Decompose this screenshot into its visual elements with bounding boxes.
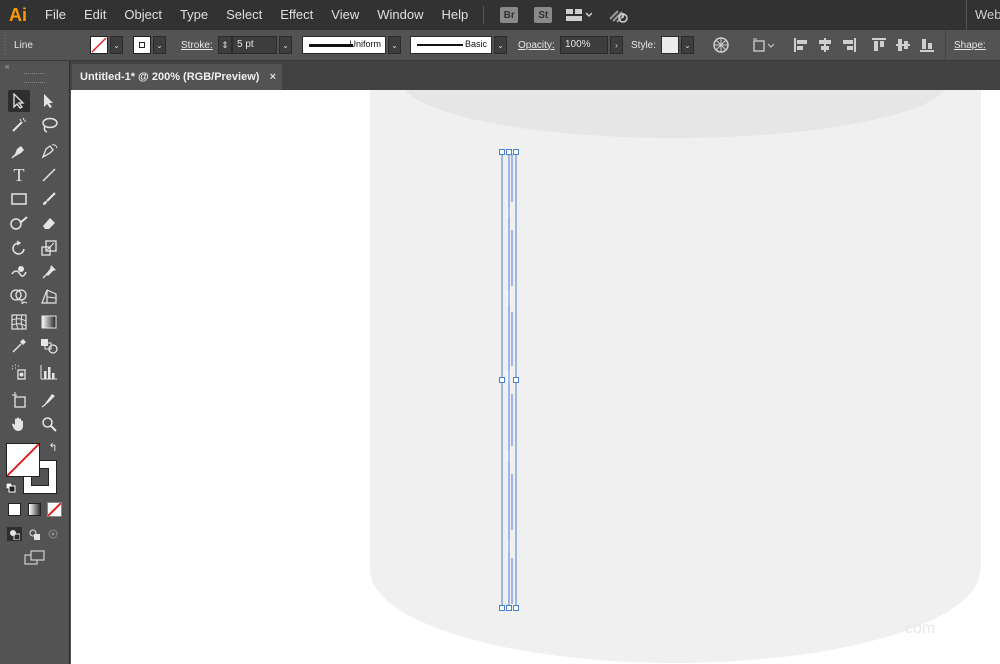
direct-selection-tool-icon[interactable] bbox=[38, 90, 60, 112]
graphic-style-dropdown[interactable]: ⌄ bbox=[681, 36, 694, 54]
align-vertical-center-icon[interactable] bbox=[896, 38, 910, 52]
arrange-documents-icon[interactable] bbox=[566, 8, 593, 22]
hand-tool-icon[interactable] bbox=[8, 413, 30, 435]
artwork bbox=[370, 90, 981, 663]
menu-object[interactable]: Object bbox=[115, 0, 171, 30]
stroke-dropdown[interactable]: ⌄ bbox=[153, 36, 166, 54]
perspective-grid-tool-icon[interactable] bbox=[38, 285, 60, 307]
lasso-tool-icon[interactable] bbox=[38, 114, 60, 136]
cylinder-bottom bbox=[370, 477, 980, 663]
panel-grip bbox=[4, 30, 8, 60]
graphic-style-swatch[interactable] bbox=[661, 36, 679, 54]
profile-label: Uniform bbox=[349, 39, 381, 49]
stroke-swatch[interactable] bbox=[133, 36, 151, 54]
symbol-sprayer-tool-icon[interactable] bbox=[8, 361, 30, 383]
menu-bar: Ai File Edit Object Type Select Effect V… bbox=[0, 0, 1000, 30]
control-bar: Line ⌄ ⌄ Stroke: ⇕ 5 pt ⌄ Uniform ⌄ Basi… bbox=[0, 30, 1000, 61]
variable-width-profile[interactable]: Uniform bbox=[302, 36, 386, 54]
rectangle-tool-icon[interactable] bbox=[8, 188, 30, 210]
line-segment-tool-icon[interactable] bbox=[38, 164, 60, 186]
curvature-tool-icon[interactable] bbox=[38, 140, 60, 162]
stock-button[interactable]: St bbox=[534, 7, 553, 23]
style-label: Style: bbox=[631, 39, 657, 51]
slice-tool-icon[interactable] bbox=[38, 389, 60, 411]
selection-type-label: Line bbox=[14, 39, 33, 51]
draw-behind-icon[interactable] bbox=[27, 527, 42, 541]
opacity-input[interactable]: 100% bbox=[560, 36, 608, 54]
selection-tool-icon[interactable] bbox=[8, 90, 30, 112]
brush-label: Basic bbox=[464, 39, 487, 49]
recolor-artwork-icon[interactable] bbox=[712, 30, 730, 60]
default-fill-stroke-icon[interactable] bbox=[4, 481, 18, 495]
shape-builder-tool-icon[interactable] bbox=[8, 285, 30, 307]
eraser-tool-icon[interactable] bbox=[38, 212, 60, 234]
paintbrush-tool-icon[interactable] bbox=[38, 188, 60, 210]
pen-tool-icon[interactable] bbox=[8, 140, 30, 162]
menu-effect[interactable]: Effect bbox=[271, 0, 322, 30]
type-tool-icon[interactable]: T bbox=[8, 164, 30, 186]
column-graph-tool-icon[interactable] bbox=[38, 361, 60, 383]
swap-fill-stroke-icon[interactable]: ↰ bbox=[46, 441, 60, 455]
document-tab-title: Untitled-1* @ 200% (RGB/Preview) bbox=[80, 71, 260, 83]
mesh-tool-icon[interactable] bbox=[8, 311, 30, 333]
brush-dropdown[interactable]: ⌄ bbox=[494, 36, 507, 54]
shaper-tool-icon[interactable] bbox=[8, 212, 30, 234]
document-tab[interactable]: Untitled-1* @ 200% (RGB/Preview) × bbox=[72, 64, 282, 90]
workspace-switcher[interactable]: Web bbox=[966, 0, 1000, 30]
magic-wand-tool-icon[interactable] bbox=[8, 114, 30, 136]
profile-dropdown[interactable]: ⌄ bbox=[388, 36, 401, 54]
fill-none-swatch[interactable] bbox=[90, 36, 108, 54]
menu-help[interactable]: Help bbox=[432, 0, 477, 30]
fill-dropdown[interactable]: ⌄ bbox=[110, 36, 123, 54]
panel-collapse-button[interactable]: « bbox=[0, 61, 69, 73]
align-top-icon[interactable] bbox=[872, 38, 886, 52]
gradient-mode-button[interactable] bbox=[28, 503, 41, 516]
none-mode-button[interactable] bbox=[47, 502, 62, 517]
screen-mode-icon[interactable] bbox=[24, 550, 46, 571]
close-tab-icon[interactable]: × bbox=[270, 64, 276, 90]
menu-file[interactable]: File bbox=[36, 0, 75, 30]
brush-definition[interactable]: Basic bbox=[410, 36, 492, 54]
opacity-label[interactable]: Opacity: bbox=[518, 40, 555, 51]
blend-tool-icon[interactable] bbox=[38, 335, 60, 357]
warp-tool-icon[interactable] bbox=[8, 261, 30, 283]
menu-window[interactable]: Window bbox=[368, 0, 432, 30]
stroke-weight-input[interactable]: 5 pt bbox=[232, 36, 277, 54]
stroke-weight-stepper[interactable]: ⇕ bbox=[218, 36, 232, 54]
align-horizontal-center-icon[interactable] bbox=[818, 38, 832, 52]
artboard-canvas[interactable] bbox=[71, 90, 1000, 664]
gpu-performance-icon[interactable] bbox=[608, 7, 630, 23]
shape-label[interactable]: Shape: bbox=[954, 40, 986, 51]
menu-view[interactable]: View bbox=[322, 0, 368, 30]
bridge-button[interactable]: Br bbox=[500, 7, 519, 23]
align-left-icon[interactable] bbox=[794, 38, 808, 52]
align-bottom-icon[interactable] bbox=[920, 38, 934, 52]
gradient-tool-icon[interactable] bbox=[38, 311, 60, 333]
align-to-icon[interactable] bbox=[751, 30, 775, 60]
eyedropper-tool-icon[interactable] bbox=[8, 335, 30, 357]
stroke-label[interactable]: Stroke: bbox=[181, 40, 213, 51]
zoom-tool-icon[interactable] bbox=[38, 413, 60, 435]
menu-select[interactable]: Select bbox=[217, 0, 271, 30]
color-mode-button[interactable] bbox=[8, 503, 21, 516]
panel-grip bbox=[24, 73, 45, 83]
scale-tool-icon[interactable] bbox=[38, 237, 60, 259]
app-logo: Ai bbox=[9, 4, 27, 25]
menu-edit[interactable]: Edit bbox=[75, 0, 115, 30]
rotate-tool-icon[interactable] bbox=[8, 237, 30, 259]
draw-normal-icon[interactable] bbox=[7, 527, 22, 541]
artboard-tool-icon[interactable] bbox=[8, 389, 30, 411]
puppet-warp-tool-icon[interactable] bbox=[38, 261, 60, 283]
fill-swatch-front[interactable] bbox=[6, 443, 40, 477]
draw-inside-icon[interactable] bbox=[46, 527, 61, 541]
opacity-slider-button[interactable]: › bbox=[610, 36, 623, 54]
stroke-weight-dropdown[interactable]: ⌄ bbox=[279, 36, 292, 54]
watermark: com bbox=[905, 620, 936, 637]
tools-panel: « T ↰ bbox=[0, 61, 70, 664]
align-right-icon[interactable] bbox=[842, 38, 856, 52]
menu-separator bbox=[483, 6, 485, 24]
menu-type[interactable]: Type bbox=[171, 0, 217, 30]
document-tab-bar: Untitled-1* @ 200% (RGB/Preview) × bbox=[70, 61, 1000, 90]
